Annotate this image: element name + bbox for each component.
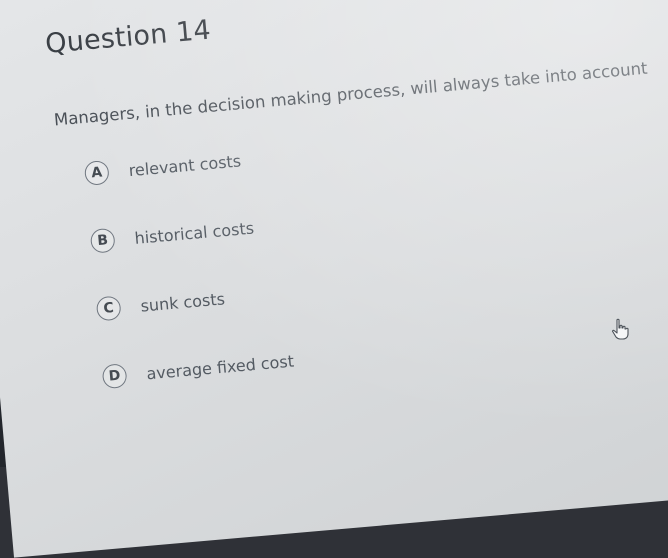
option-b[interactable]: B historical costs [89, 216, 255, 254]
option-c-label[interactable]: sunk costs [140, 289, 226, 315]
option-b-label[interactable]: historical costs [134, 218, 255, 247]
question-prompt: Managers, in the decision making process… [53, 58, 649, 130]
question-title: Question 14 [44, 14, 213, 60]
option-d-label[interactable]: average fixed cost [146, 351, 295, 383]
option-d-badge[interactable]: D [101, 363, 128, 390]
quiz-screen: Question 14 Managers, in the decision ma… [0, 0, 668, 558]
option-a-label[interactable]: relevant costs [128, 151, 242, 180]
option-a-badge[interactable]: A [83, 159, 110, 186]
hand-pointer-icon [612, 318, 629, 340]
option-c[interactable]: C sunk costs [95, 286, 226, 322]
option-d[interactable]: D average fixed cost [101, 349, 295, 390]
option-a[interactable]: A relevant costs [83, 148, 242, 186]
option-c-badge[interactable]: C [95, 295, 122, 322]
option-b-badge[interactable]: B [89, 227, 116, 254]
